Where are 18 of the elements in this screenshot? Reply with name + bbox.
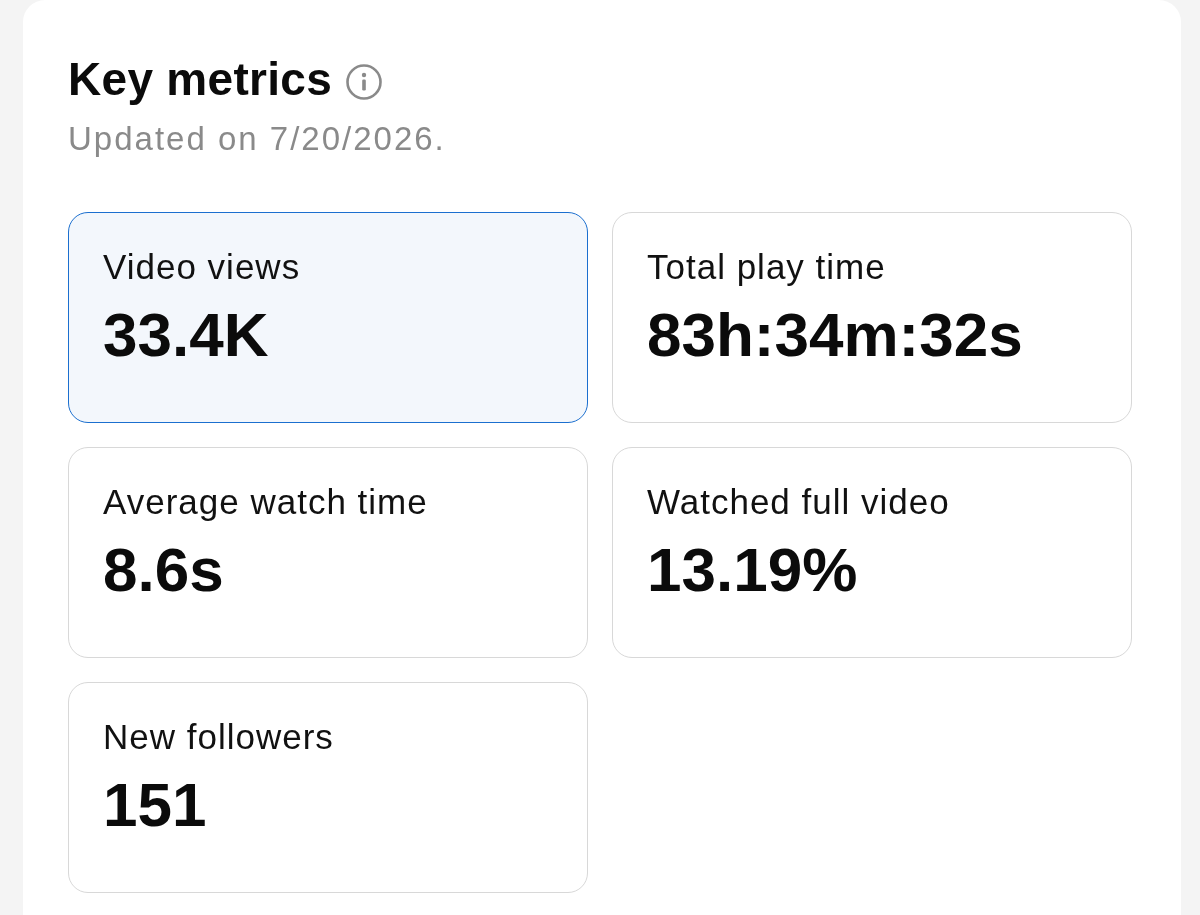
section-title: Key metrics [68,52,333,107]
metric-label: New followers [103,715,334,758]
metric-label: Watched full video [647,480,950,523]
metric-label: Average watch time [103,480,428,523]
info-icon[interactable] [346,63,383,100]
metric-value: 33.4K [103,298,269,371]
metric-card[interactable]: Video views 33.4K [68,211,588,423]
metric-card[interactable]: Average watch time 8.6s [68,446,588,658]
metric-card[interactable]: Total play time 83h:34m:32s [612,211,1132,423]
metric-label: Total play time [647,245,886,288]
metric-value: 83h:34m:32s [647,298,1023,371]
metric-value: 13.19% [647,533,858,606]
metric-value: 151 [103,768,207,841]
metric-card[interactable]: Watched full video 13.19% [612,446,1132,658]
metric-value: 8.6s [103,533,224,606]
metric-card[interactable]: New followers 151 [68,681,588,893]
updated-date-text: Updated on 7/20/2026. [68,119,446,159]
metric-label: Video views [103,245,301,288]
